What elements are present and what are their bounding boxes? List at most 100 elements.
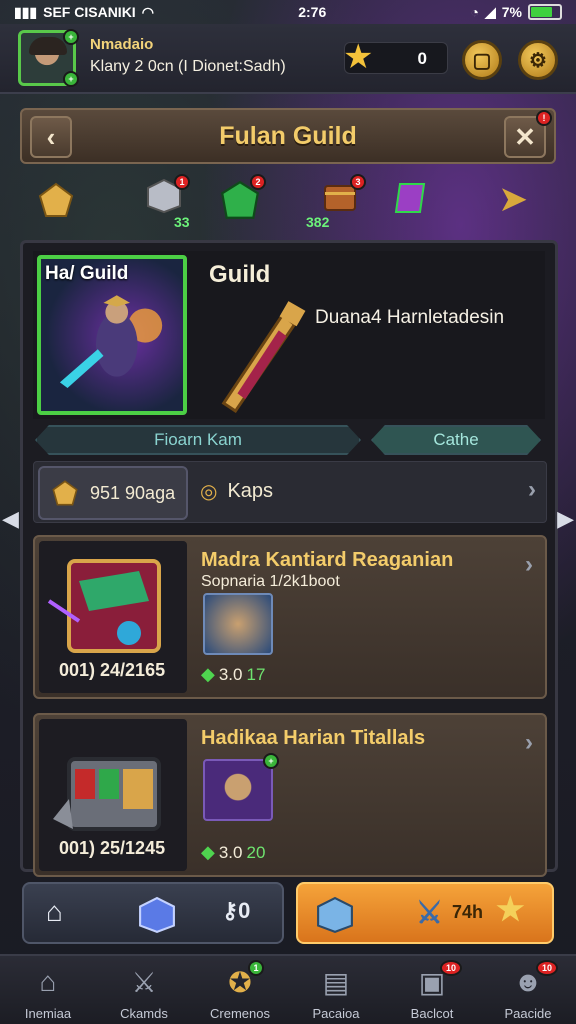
item-stat: ◆ 3.0 20 (201, 842, 265, 863)
item-thumbnail: 001) 25/1245 (39, 719, 187, 871)
chevron-right-icon[interactable]: › (525, 551, 533, 579)
item-price: 001) 25/1245 (59, 838, 166, 858)
nav-label: Inemiaa (24, 1006, 72, 1021)
guild-panel: Ha/ Guild Guild Duana4 Harnletadesin Fio… (20, 240, 558, 877)
player-bar: + + Nmadaio Klany 2 0cn (I Dionet:Sadh) … (0, 24, 576, 94)
avatar-add-badge: + (63, 71, 79, 87)
player-name: Nmadaio (90, 36, 154, 53)
shop-item[interactable]: 001) 25/1245 Hadikaa Harian Titallals + … (33, 713, 547, 877)
tab-cathe[interactable]: Cathe (371, 425, 541, 455)
signal-strength-icon: ◢ (484, 3, 496, 20)
nav-badge: 10 (440, 960, 462, 976)
gem-resource[interactable]: 2 (220, 174, 266, 227)
star-counter[interactable]: ★ 0 (343, 39, 448, 75)
action-bar-left: ⌂ ⚷0 (22, 882, 284, 944)
gold-coin-icon (52, 480, 78, 506)
guild-header: ‹ Fulan Guild ✕ ! (20, 108, 556, 164)
keys-label-group: ◎ Kaps (200, 479, 273, 504)
gear-icon: ⚙ (529, 49, 547, 72)
nav-ckamds[interactable]: ⚔ Ckamds (96, 956, 192, 1024)
shop-button[interactable]: ▢ (462, 40, 502, 80)
gold-pentagon-icon (38, 182, 74, 217)
key-count-button[interactable]: ⚷0 (222, 898, 250, 924)
cannon-icon (203, 593, 273, 655)
silver-count: 33 (174, 214, 190, 230)
bag-icon: ▢ (472, 49, 492, 72)
key-icon: ◎ (200, 481, 218, 503)
nav-label: Pacaioa (312, 1006, 360, 1021)
star-count: 0 (417, 49, 427, 68)
battery-icon (528, 4, 562, 20)
scroll-left-arrow[interactable]: ◀ (2, 506, 19, 532)
hero-portrait-icon: + (203, 753, 279, 821)
portrait-badge: + (263, 753, 279, 769)
item-stat-bonus: 17 (246, 664, 266, 684)
purple-crystal-icon (394, 183, 426, 213)
player-avatar[interactable]: + + (18, 29, 79, 87)
chevron-right-icon[interactable]: › (525, 729, 533, 757)
featured-description: Duana4 Harnletadesin (315, 307, 505, 328)
silver-badge: 1 (174, 174, 190, 190)
blue-crystal-icon (139, 896, 175, 934)
gold-resource[interactable] (38, 182, 74, 223)
cube-shape (317, 896, 353, 934)
settings-button[interactable]: ⚙ (518, 40, 558, 80)
nav-badge: 1 (248, 960, 264, 976)
close-notification-badge: ! (536, 110, 552, 126)
featured-section: Ha/ Guild Guild Duana4 Harnletadesin (33, 251, 545, 419)
item-title: Madra Kantiard Reaganian (201, 549, 454, 571)
gem-icon: ◆ (201, 664, 215, 684)
chest-resource[interactable]: 3 382 (306, 174, 366, 230)
action-bar-right[interactable]: ⚔ 74h ★ (296, 882, 554, 944)
coin-balance[interactable]: 951 90aga (38, 466, 188, 520)
alarm-icon: ◔ (470, 4, 479, 20)
golden-sword-icon (221, 301, 306, 413)
item-price: 001) 24/2165 (59, 660, 166, 680)
cube-icon (316, 896, 354, 940)
scroll-right-arrow[interactable]: ▶ (557, 506, 574, 532)
nav-baclcot[interactable]: ▣ 10 Baclcot (384, 956, 480, 1024)
featured-hero-card[interactable]: Ha/ Guild (37, 255, 187, 415)
nav-cremenos[interactable]: ✪ 1 Cremenos (192, 956, 288, 1024)
nav-pacaioa[interactable]: ▤ Pacaioa (288, 956, 384, 1024)
coin-amount: 951 90aga (90, 482, 176, 503)
nav-inemiaa[interactable]: ⌂ Inemiaa (0, 956, 96, 1024)
signal-icon: ▮▮▮ (14, 3, 38, 20)
key-count: 0 (238, 898, 251, 923)
crystal-resource[interactable] (392, 180, 428, 221)
star-icon: ★ (496, 891, 525, 927)
hero-warrior-icon (59, 295, 163, 389)
item-stat: ◆ 3.0 17 (201, 664, 265, 685)
chevron-right-icon[interactable]: › (528, 476, 536, 504)
battery-percent: 7% (501, 4, 522, 20)
battery-fill (531, 7, 552, 17)
resource-next-arrow[interactable]: ➤ (498, 178, 528, 220)
close-icon: ✕ (514, 121, 536, 152)
nav-label: Baclcot (410, 1006, 454, 1021)
currency-row[interactable]: 951 90aga ◎ Kaps › (33, 461, 547, 523)
crystal-action-button[interactable] (138, 896, 176, 940)
home-action-button[interactable]: ⌂ (46, 896, 63, 928)
shop-item[interactable]: 001) 24/2165 Madra Kantiard Reaganian So… (33, 535, 547, 699)
nav-badge: 10 (536, 960, 558, 976)
close-button[interactable]: ✕ ! (504, 110, 552, 158)
book-icon: ▤ (322, 966, 350, 998)
player-subtitle: Klany 2 0cn (I Dionet:Sadh) (90, 58, 286, 75)
item-stat-value: 3.0 (218, 664, 243, 684)
resource-row: 1 33 2 3 382 ➤ (0, 170, 576, 240)
home-icon: ⌂ (39, 966, 57, 997)
key-icon: ⚷ (222, 898, 239, 923)
guild-title: Fulan Guild (219, 122, 357, 150)
status-bar: ▮▮▮ SEF CISANIKI ◠ 2:76 ◔ ◢ 7% (0, 0, 576, 24)
item-stat-bonus: 20 (246, 842, 266, 862)
silver-resource[interactable]: 1 33 (146, 174, 190, 230)
home-icon: ⌂ (46, 896, 63, 927)
gem-badge: 2 (250, 174, 266, 190)
nav-paacide[interactable]: ☻ 10 Paacide (480, 956, 576, 1024)
timer-label: 74h (452, 902, 484, 922)
carrier-label: SEF CISANIKI (43, 4, 136, 20)
tab-fioarn-kam[interactable]: Fioarn Kam (35, 425, 361, 455)
sword-icon: ⚔ (131, 966, 157, 998)
clock: 2:76 (298, 4, 327, 20)
nav-label: Ckamds (120, 1006, 168, 1021)
